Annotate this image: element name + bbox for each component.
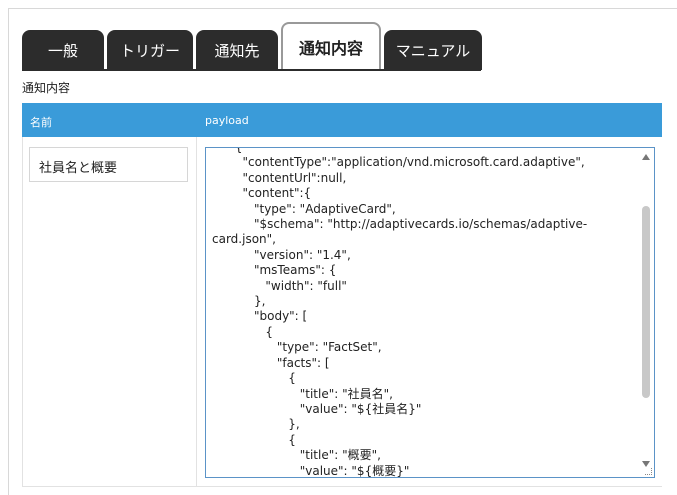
name-field[interactable]: 社員名と概要 xyxy=(29,147,188,182)
tab-notification-content[interactable]: 通知内容 xyxy=(281,22,381,70)
tab-trigger[interactable]: トリガー xyxy=(107,30,193,70)
vertical-scrollbar[interactable] xyxy=(638,148,654,477)
column-divider xyxy=(196,137,197,487)
triangle-down-icon[interactable] xyxy=(642,461,650,467)
tab-bar: 一般 トリガー 通知先 通知内容 マニュアル xyxy=(22,22,482,70)
table-header: 名前 payload xyxy=(22,103,662,137)
tab-general[interactable]: 一般 xyxy=(22,30,104,70)
section-title: 通知内容 xyxy=(22,81,71,95)
triangle-up-icon[interactable] xyxy=(642,154,650,160)
column-header-payload: payload xyxy=(205,114,249,127)
tab-manual[interactable]: マニュアル xyxy=(384,30,482,70)
scrollbar-thumb[interactable] xyxy=(642,206,650,398)
payload-code: { "contentType":"application/vnd.microso… xyxy=(212,147,588,478)
tab-recipients[interactable]: 通知先 xyxy=(196,30,278,70)
column-header-name: 名前 xyxy=(30,116,52,129)
resize-grip-icon[interactable] xyxy=(645,468,652,475)
payload-textarea[interactable]: { "contentType":"application/vnd.microso… xyxy=(205,147,655,478)
tab-underline xyxy=(22,69,481,71)
